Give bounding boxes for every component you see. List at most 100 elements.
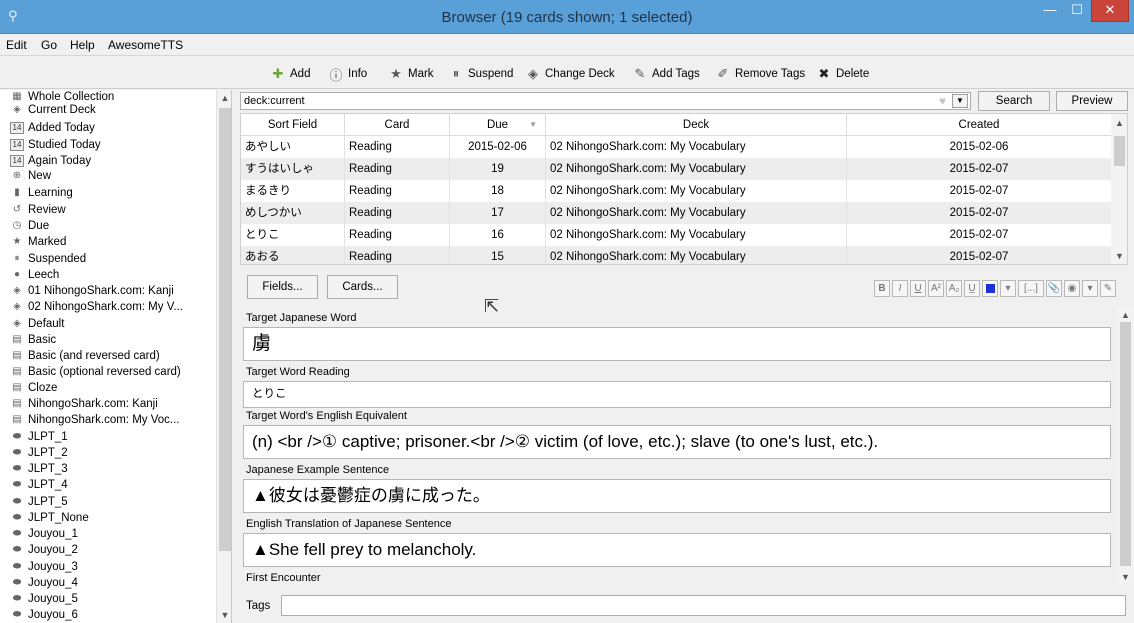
sidebar-item-default[interactable]: ◈ Default (10, 318, 64, 330)
column-header-deck[interactable]: Deck (546, 114, 847, 136)
superscript-button[interactable]: A² (928, 280, 944, 297)
record-icon[interactable]: ◉ (1064, 280, 1080, 297)
sidebar-item-jouyou1[interactable]: ⬬ Jouyou_1 (10, 528, 78, 540)
field-english-equivalent[interactable]: (n) <br />① captive; prisoner.<br />② vi… (243, 425, 1111, 459)
field-japanese-example[interactable]: ▲彼女は憂鬱症の虜に成った。 (243, 479, 1111, 513)
scroll-up-icon[interactable]: ▲ (1117, 310, 1134, 320)
attach-icon[interactable]: 📎 (1046, 280, 1062, 297)
table-row[interactable]: まるきり Reading 18 02 NihongoShark.com: My … (241, 180, 1111, 202)
underline-button[interactable]: U (910, 280, 926, 297)
italic-button[interactable]: I (892, 280, 908, 297)
table-scrollbar[interactable]: ▲ ▼ (1111, 114, 1127, 264)
field-target-word-reading[interactable]: とりこ (243, 381, 1111, 408)
editor-scrollbar[interactable]: ▲ ▼ (1117, 308, 1134, 584)
table-scroll-thumb[interactable] (1114, 136, 1125, 166)
column-header-due[interactable]: Due ▼ (450, 114, 546, 136)
text-color-button[interactable] (982, 280, 998, 297)
add-button[interactable]: ✚ Add (270, 65, 311, 83)
more-dropdown-button[interactable]: ▾ (1082, 280, 1098, 297)
cards-button[interactable]: Cards... (327, 275, 398, 299)
subscript-button[interactable]: A₂ (946, 280, 962, 297)
field-english-translation[interactable]: ▲She fell prey to melancholy. (243, 533, 1111, 567)
scroll-up-icon[interactable]: ▲ (1111, 118, 1127, 128)
fields-button[interactable]: Fields... (247, 275, 318, 299)
sidebar-item-deck-vocab[interactable]: ◈ 02 NihongoShark.com: My V... (10, 301, 183, 313)
mark-button[interactable]: ★ Mark (388, 65, 433, 83)
scroll-down-icon[interactable]: ▼ (217, 610, 231, 620)
scroll-down-icon[interactable]: ▼ (1117, 572, 1134, 582)
sidebar-item-marked[interactable]: ★ Marked (10, 236, 67, 248)
table-row[interactable]: あおる Reading 15 02 NihongoShark.com: My V… (241, 246, 1111, 264)
tag-icon: ⬬ (12, 528, 22, 539)
sidebar-item-jouyou6[interactable]: ⬬ Jouyou_6 (10, 609, 78, 621)
sidebar-scroll-thumb[interactable] (219, 108, 231, 551)
sidebar-scrollbar[interactable]: ▲ ▼ (216, 90, 231, 623)
column-header-card[interactable]: Card (345, 114, 450, 136)
sidebar-item-jouyou2[interactable]: ⬬ Jouyou_2 (10, 544, 78, 556)
sidebar-item-jlpt1[interactable]: ⬬ JLPT_1 (10, 431, 68, 443)
sidebar-item-jouyou5[interactable]: ⬬ Jouyou_5 (10, 593, 78, 605)
delete-button[interactable]: ✖ Delete (816, 65, 870, 83)
sidebar-item-suspended[interactable]: ⏸ Suspended (10, 253, 87, 265)
table-row-selected[interactable]: とりこ Reading 16 02 NihongoShark.com: My V… (241, 224, 1111, 246)
sidebar-item-new[interactable]: ⊕ New (10, 170, 51, 182)
search-input[interactable]: deck:current ♥ ▼ (240, 92, 971, 110)
sidebar-item-leech[interactable]: ● Leech (10, 269, 59, 281)
tag-icon: ⬬ (12, 593, 22, 604)
tags-input[interactable] (281, 595, 1126, 616)
sidebar-item-due[interactable]: ◷ Due (10, 220, 49, 232)
bold-button[interactable]: B (874, 280, 890, 297)
search-button[interactable]: Search (978, 91, 1050, 111)
info-button[interactable]: ⓘ Info (328, 65, 367, 83)
menu-help[interactable]: Help (70, 38, 95, 52)
close-button[interactable]: ✕ (1091, 0, 1129, 22)
remove-tags-button[interactable]: ✐ Remove Tags (715, 65, 806, 83)
maximize-button[interactable]: ☐ (1064, 0, 1090, 22)
cloze-button[interactable]: [...] (1018, 280, 1044, 297)
table-row[interactable]: あやしい Reading 2015-02-06 02 NihongoShark.… (241, 136, 1111, 158)
minimize-button[interactable]: — (1037, 0, 1063, 22)
sidebar-item-jlpt5[interactable]: ⬬ JLPT_5 (10, 496, 68, 508)
menu-awesometts[interactable]: AwesomeTTS (108, 38, 183, 52)
sidebar-item-basic[interactable]: ▤ Basic (10, 334, 56, 346)
sidebar-item-basic-reversed[interactable]: ▤ Basic (and reversed card) (10, 350, 159, 362)
sidebar-item-jouyou3[interactable]: ⬬ Jouyou_3 (10, 561, 78, 573)
scroll-down-icon[interactable]: ▼ (1111, 251, 1127, 261)
sidebar-item-jouyou4[interactable]: ⬬ Jouyou_4 (10, 577, 78, 589)
saved-search-heart-icon[interactable]: ♥ (939, 94, 946, 108)
sidebar-item-nt-vocab[interactable]: ▤ NihongoShark.com: My Voc... (10, 414, 179, 426)
sidebar-item-added-today[interactable]: 14 Added Today (10, 122, 95, 134)
cell-sort-field: あおる (241, 246, 345, 264)
color-dropdown-button[interactable]: ▾ (1000, 280, 1016, 297)
menu-edit[interactable]: Edit (6, 38, 27, 52)
search-history-dropdown-icon[interactable]: ▼ (952, 94, 968, 108)
sidebar-item-jlpt-none[interactable]: ⬬ JLPT_None (10, 512, 89, 524)
sidebar-item-jlpt3[interactable]: ⬬ JLPT_3 (10, 463, 68, 475)
sidebar-item-basic-optional[interactable]: ▤ Basic (optional reversed card) (10, 366, 181, 378)
change-deck-button[interactable]: ◈ Change Deck (525, 65, 615, 83)
sidebar-item-again-today[interactable]: 14 Again Today (10, 155, 91, 167)
table-row[interactable]: めしつかい Reading 17 02 NihongoShark.com: My… (241, 202, 1111, 224)
column-header-created[interactable]: Created (847, 114, 1111, 136)
preview-button[interactable]: Preview (1056, 91, 1128, 111)
sidebar-item-review[interactable]: ↺ Review (10, 204, 66, 216)
editor-scroll-thumb[interactable] (1120, 322, 1131, 566)
sidebar-item-jlpt4[interactable]: ⬬ JLPT_4 (10, 479, 68, 491)
column-header-sort-field[interactable]: Sort Field (241, 114, 345, 136)
add-tags-button[interactable]: ✎ Add Tags (632, 65, 700, 83)
table-row[interactable]: すうはいしゃ Reading 19 02 NihongoShark.com: M… (241, 158, 1111, 180)
awesometts-icon[interactable]: ✎ (1100, 280, 1116, 297)
sidebar-item-jlpt2[interactable]: ⬬ JLPT_2 (10, 447, 68, 459)
clear-format-button[interactable]: U̲ (964, 280, 980, 297)
sidebar-item-learning[interactable]: ▮ Learning (10, 187, 73, 199)
sidebar-item-deck-kanji[interactable]: ◈ 01 NihongoShark.com: Kanji (10, 285, 174, 297)
sidebar-item-current-deck[interactable]: ◈ Current Deck (10, 104, 96, 116)
suspend-button[interactable]: ⏸ Suspend (448, 65, 514, 83)
field-target-japanese-word[interactable]: 虜 (243, 327, 1111, 361)
scroll-up-icon[interactable]: ▲ (217, 93, 231, 103)
sidebar-item-studied-today[interactable]: 14 Studied Today (10, 139, 101, 151)
sidebar-item-nt-kanji[interactable]: ▤ NihongoShark.com: Kanji (10, 398, 158, 410)
sidebar-item-cloze[interactable]: ▤ Cloze (10, 382, 57, 394)
menu-go[interactable]: Go (41, 38, 57, 52)
sidebar-item-whole-collection[interactable]: ▦ Whole Collection (10, 91, 114, 103)
